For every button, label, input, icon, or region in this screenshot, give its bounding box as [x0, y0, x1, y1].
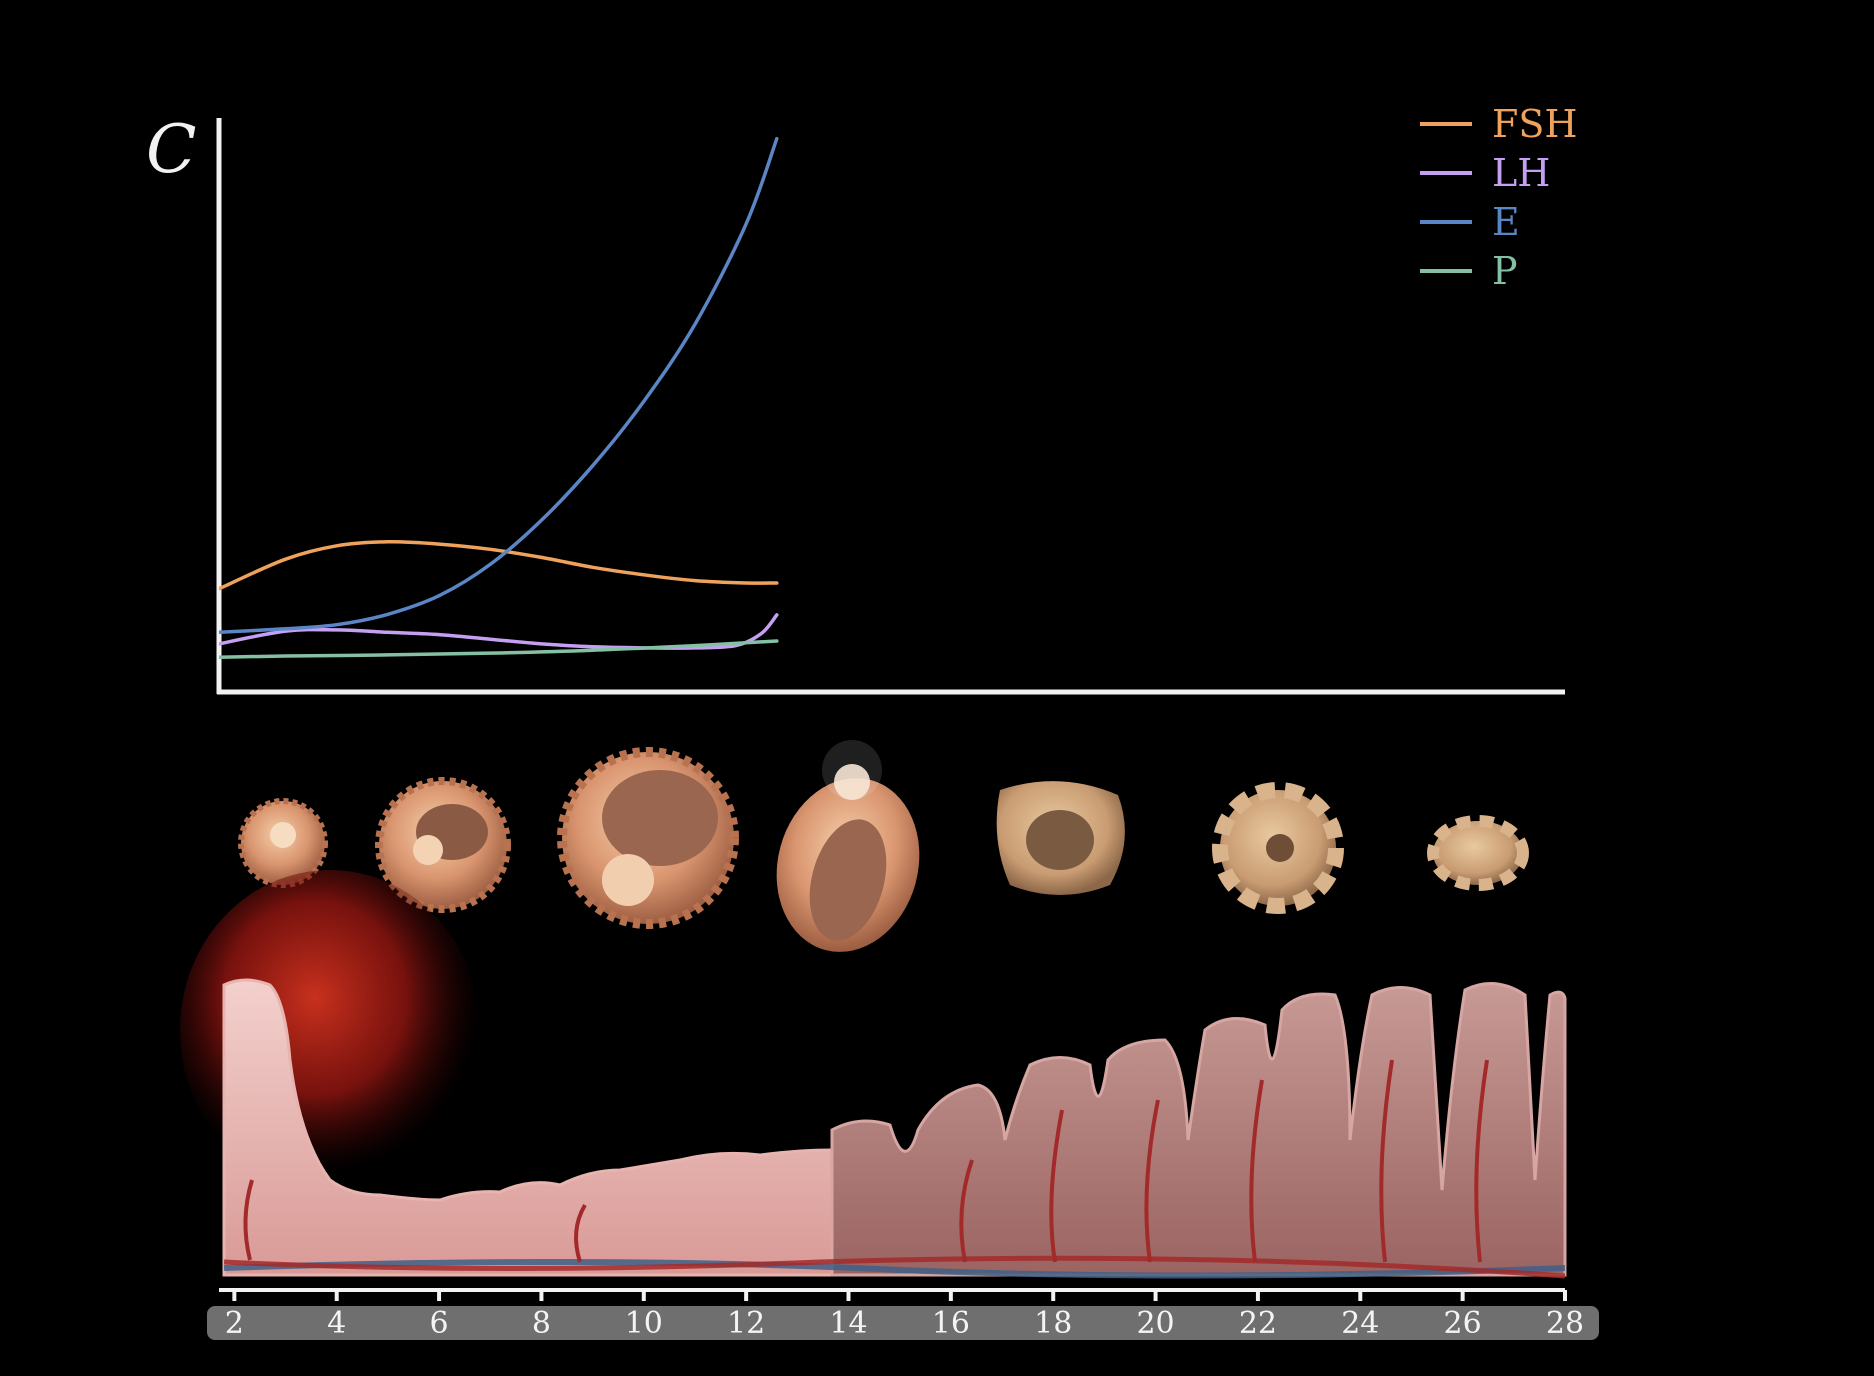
series-line-e — [219, 136, 779, 635]
legend-label-e: E — [1492, 200, 1520, 244]
series-line-lh — [219, 613, 779, 650]
legend-label-p: P — [1492, 249, 1518, 293]
day-tick-label: 12 — [727, 1306, 765, 1341]
day-tick-label: 4 — [327, 1306, 346, 1341]
regressing-corpus-luteum — [1212, 782, 1344, 914]
legend-label-lh: LH — [1492, 151, 1550, 195]
day-tick-label: 20 — [1136, 1306, 1174, 1341]
day-tick-label: 8 — [532, 1306, 551, 1341]
ovulating-follicle — [776, 740, 920, 952]
day-tick-label: 16 — [932, 1306, 970, 1341]
day-tick-label: 14 — [829, 1306, 867, 1341]
legend: FSH LH EP — [1420, 102, 1578, 293]
series-group — [219, 136, 779, 659]
day-tick-label: 10 — [625, 1306, 663, 1341]
y-axis-label: C — [146, 111, 197, 188]
day-tick-label: 18 — [1034, 1306, 1072, 1341]
day-tick-label: 6 — [430, 1306, 449, 1341]
day-tick-label: 2 — [225, 1306, 244, 1341]
day-axis-strip — [207, 1306, 1599, 1340]
day-tick-label: 26 — [1444, 1306, 1482, 1341]
day-tick-label: 28 — [1546, 1306, 1584, 1341]
series-line-fsh — [219, 540, 779, 591]
hormone-cycle-figure: C FSH LH EP 2 4 6 8 10 12 14 16 18 20 22 2… — [146, 102, 1599, 1341]
antral-follicle — [557, 747, 739, 929]
corpus-albicans — [1427, 815, 1529, 891]
legend-label-fsh: FSH — [1492, 102, 1578, 146]
day-tick-label: 24 — [1341, 1306, 1379, 1341]
endometrium-secretory-phase — [830, 982, 1567, 1277]
day-tick-label: 22 — [1239, 1306, 1277, 1341]
corpus-luteum — [996, 781, 1125, 895]
